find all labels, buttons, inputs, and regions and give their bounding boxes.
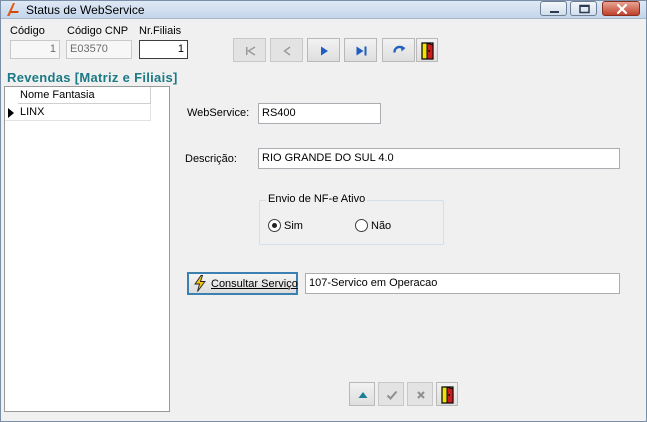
exit-bottom-button[interactable] (436, 382, 458, 406)
refresh-icon (393, 45, 406, 53)
column-header-nome-fantasia[interactable]: Nome Fantasia (18, 87, 151, 104)
minimize-button[interactable] (540, 1, 567, 16)
table-row[interactable]: LINX (5, 105, 151, 121)
close-button[interactable] (602, 1, 640, 16)
radio-nao[interactable] (355, 219, 368, 232)
next-record-button[interactable] (307, 38, 340, 62)
exit-door-icon (441, 386, 454, 404)
confirm-button[interactable] (378, 382, 404, 406)
codigo-field[interactable]: 1 (10, 40, 60, 59)
consultar-servico-button[interactable]: Consultar Serviço (187, 272, 298, 295)
x-icon (417, 391, 425, 399)
descricao-label: Descrição: (185, 153, 237, 165)
prior-record-button[interactable] (270, 38, 303, 62)
lightning-icon (194, 275, 206, 292)
codigo-cnp-label: Código CNP (67, 25, 129, 37)
exit-button[interactable] (416, 38, 438, 62)
minimize-icon (550, 11, 559, 13)
envio-nfe-label: Envio de NF-e Ativo (266, 193, 368, 205)
consultar-servico-label: Consultar Serviço (211, 278, 298, 290)
radio-sim[interactable] (268, 219, 281, 232)
first-record-icon (246, 46, 256, 56)
codigo-label: Código (10, 25, 45, 37)
maximize-button[interactable] (570, 1, 597, 16)
revendas-grid[interactable]: Nome Fantasia LINX (4, 86, 170, 412)
table-cell-nome-fantasia[interactable]: LINX (18, 105, 151, 120)
status-webservice-window: Status de WebService Código 1 Código CNP… (0, 0, 647, 422)
nr-filiais-label: Nr.Filiais (139, 25, 182, 37)
row-indicator-icon (8, 108, 14, 118)
last-record-button[interactable] (344, 38, 377, 62)
prior-record-icon (283, 46, 291, 56)
codigo-cnp-field[interactable]: E03570 (66, 40, 132, 59)
consult-result-field[interactable]: 107-Servico em Operacao (305, 273, 620, 294)
nr-filiais-field[interactable]: 1 (139, 40, 188, 59)
last-record-icon (356, 46, 367, 56)
next-record-icon (321, 46, 328, 56)
maximize-icon (579, 4, 590, 14)
descricao-field[interactable]: RIO GRANDE DO SUL 4.0 (258, 148, 620, 169)
radio-nao-label[interactable]: Não (371, 220, 391, 232)
close-icon (616, 3, 628, 15)
post-up-button[interactable] (349, 382, 375, 406)
radio-sim-label[interactable]: Sim (284, 220, 303, 232)
window-title: Status de WebService (26, 3, 145, 17)
revendas-title: Revendas [Matriz e Filiais] (7, 70, 178, 85)
triangle-up-icon (358, 392, 368, 398)
radio-selected-dot (272, 223, 277, 228)
exit-door-icon (421, 42, 434, 60)
refresh-button[interactable] (382, 38, 415, 62)
first-record-button[interactable] (233, 38, 266, 62)
app-logo-icon (7, 3, 19, 16)
webservice-label: WebService: (187, 107, 250, 119)
webservice-field[interactable]: RS400 (258, 103, 381, 124)
check-icon (386, 390, 398, 400)
cancel-button[interactable] (407, 382, 433, 406)
title-bar[interactable]: Status de WebService (1, 1, 646, 19)
